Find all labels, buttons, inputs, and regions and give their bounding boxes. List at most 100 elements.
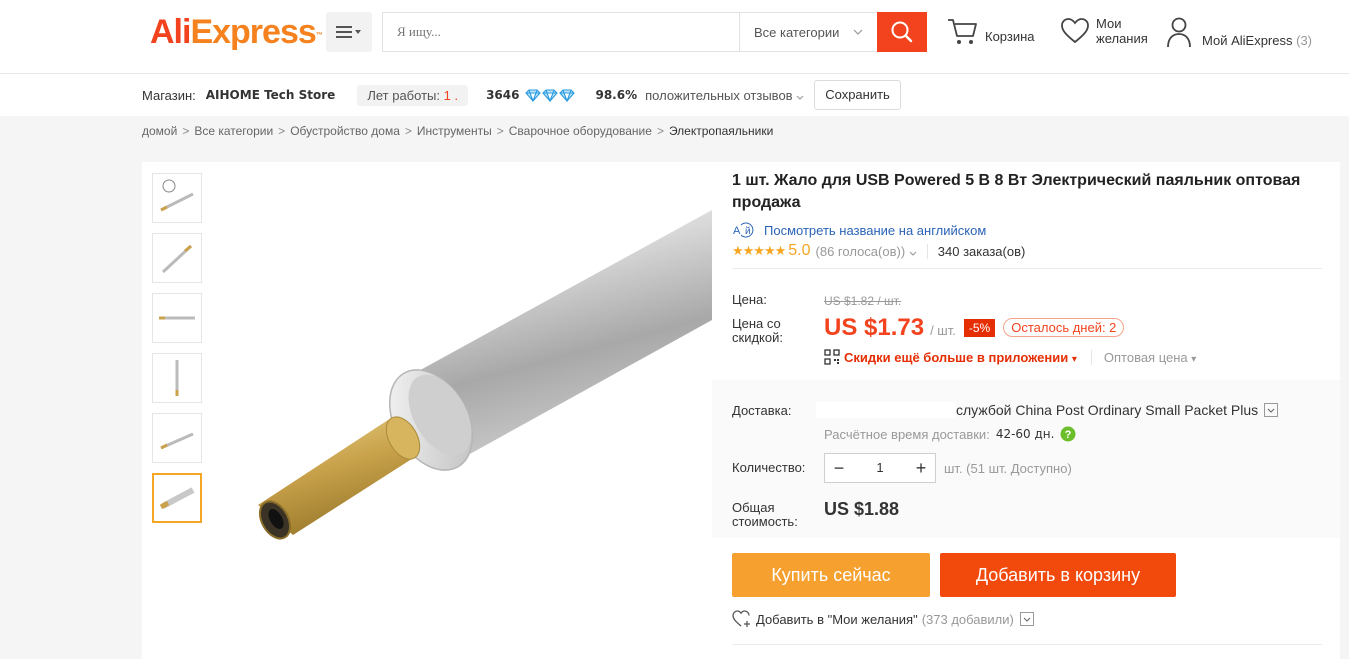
heart-icon (1061, 18, 1089, 44)
product-thumbnail-image (159, 487, 195, 510)
sale-price: US $1.73 (824, 314, 925, 341)
quantity-increase-button[interactable]: + (907, 454, 935, 482)
user-icon (1167, 17, 1191, 48)
svg-text:A: A (733, 225, 741, 237)
app-discount-link[interactable]: Скидки ещё больше в приложении ▾ (844, 350, 1077, 365)
product-thumbnail-image (161, 244, 193, 274)
breadcrumb-strip: домой > Все категории > Обустройство дома >… (0, 116, 1349, 146)
product-title: 1 шт. Жало для USB Powered 5 В 8 Вт Элек… (732, 172, 1301, 211)
breadcrumb-home[interactable]: домой (142, 124, 177, 138)
question-icon[interactable]: ? (1060, 426, 1076, 442)
shipping-method-dropdown[interactable] (1264, 403, 1279, 417)
chevron-down-icon (1267, 408, 1275, 413)
breadcrumb-tools[interactable]: Инструменты (417, 124, 492, 138)
app-discount-row: Скидки ещё больше в приложении ▾ Оптовая… (732, 349, 1322, 367)
product-main-image[interactable] (218, 170, 712, 650)
store-rank-diamonds (525, 88, 576, 102)
total-row: Общая стоимость: US $1.88 (732, 499, 1322, 531)
shipping-method: службой China Post Ordinary Small Packet… (956, 402, 1259, 418)
view-english-title-link[interactable]: Aй Посмотреть название на английском (732, 222, 1322, 238)
years-label: Лет работы: (367, 87, 440, 103)
chevron-down-icon (1023, 617, 1031, 622)
store-years-badge: Лет работы: 1 . (357, 84, 469, 106)
product-thumbnail-image (160, 179, 194, 212)
product-thumbnail-image (175, 360, 179, 396)
buy-now-button[interactable]: Купить сейчас (732, 553, 930, 597)
price-row: Цена: US $1.82 / шт. (732, 293, 1322, 309)
qr-icon (824, 349, 840, 365)
discount-badge: -5% (963, 319, 996, 337)
search-input[interactable] (383, 13, 739, 51)
product-thumbnail[interactable] (152, 173, 202, 223)
sale-price-unit: / шт. (930, 323, 956, 338)
product-thumbnail[interactable] (152, 233, 202, 283)
product-thumbnail[interactable] (152, 413, 202, 463)
quantity-decrease-button[interactable]: − (825, 454, 853, 482)
quantity-label: Количество: (732, 460, 806, 475)
delivery-time-label: Расчётное время доставки: (824, 426, 990, 442)
breadcrumb-home-improvement[interactable]: Обустройство дома (290, 124, 400, 138)
categories-menu-button[interactable] (326, 12, 372, 52)
wholesale-price-dropdown[interactable]: Оптовая цена ▾ (1090, 349, 1196, 365)
search-category-select[interactable]: Все категории (739, 13, 877, 51)
add-to-cart-button[interactable]: Добавить в корзину (940, 553, 1176, 597)
shipping-row: Доставка: службой China Post Ordinary Sm… (732, 402, 1322, 422)
positive-feedback-pct: 98.6% (595, 88, 638, 102)
heart-plus-icon[interactable] (732, 610, 752, 628)
search-icon (891, 21, 913, 43)
logo-express-text: Express (190, 13, 316, 51)
search-category-label: Все категории (754, 24, 840, 40)
cart-icon (948, 19, 977, 44)
wishlist-count: (373 добавили) (921, 611, 1014, 627)
product-thumbnail[interactable] (152, 293, 202, 343)
orders-count: 340 заказа(ов) (926, 243, 1025, 259)
positive-feedback-dropdown[interactable]: положительных отзывов (645, 88, 804, 103)
quantity-input[interactable]: 1 (853, 454, 907, 482)
logo-tm: ™ (315, 32, 323, 39)
add-to-wishlist-link[interactable]: Добавить в "Мои желания" (756, 612, 918, 627)
app-discount-label: Скидки ещё больше в приложении (844, 349, 1069, 365)
chevron-down-icon (909, 251, 917, 256)
rating-row: ★★★★★ 5.0 (86 голоса(ов)) 340 заказа(ов) (732, 242, 1322, 260)
breadcrumb-current: Электропаяльники (668, 124, 774, 138)
view-english-label: Посмотреть название на английском (764, 222, 987, 238)
save-store-button[interactable]: Сохранить (814, 80, 901, 110)
aliexpress-logo[interactable]: AliExpress™ (150, 12, 323, 52)
divider (732, 644, 1322, 645)
breadcrumb-welding-equipment[interactable]: Сварочное оборудование (509, 124, 652, 138)
days-left-badge: Осталось дней: 2 (1003, 318, 1125, 337)
store-label: Магазин: (142, 87, 196, 103)
wholesale-label: Оптовая цена (1103, 349, 1188, 365)
wishlist-label-line1: Мои (1096, 16, 1122, 31)
diamond-icon (559, 88, 576, 102)
product-thumbnail-image (160, 432, 194, 450)
chevron-down-icon (853, 29, 863, 35)
shipping-label: Доставка: (732, 403, 792, 418)
votes-dropdown[interactable]: (86 голоса(ов)) (816, 244, 917, 259)
quantity-row: Количество: − 1 + шт. (51 шт. Доступно) (732, 453, 1322, 483)
years-value: 1 . (443, 87, 459, 103)
search-bar: Все категории (382, 12, 927, 52)
shipping-destination-redacted (816, 402, 956, 418)
quantity-stepper: − 1 + (824, 453, 936, 483)
old-price: US $1.82 / шт. (824, 294, 902, 308)
wishlist-dropdown[interactable] (1019, 612, 1034, 626)
search-button[interactable] (877, 12, 927, 52)
rating-value: 5.0 (788, 242, 811, 259)
store-name-link[interactable]: AIHOME Tech Store (206, 88, 336, 102)
delivery-time-value: 42-60 дн. (995, 427, 1055, 441)
product-thumbnail[interactable] (152, 353, 202, 403)
account-label: Мой AliExpress (1202, 32, 1293, 48)
account-count: (3) (1296, 32, 1313, 48)
breadcrumb: домой > Все категории > Обустройство дома >… (142, 124, 774, 138)
store-score: 3646 (486, 88, 520, 102)
header-cart-link[interactable]: Корзина (946, 16, 1035, 46)
wishlist-label-line2: желания (1096, 31, 1148, 46)
diamond-icon (525, 88, 542, 102)
product-thumbnail-active[interactable] (152, 473, 202, 523)
header-account-link[interactable]: Мой AliExpress (3) (1166, 16, 1312, 48)
header-wishlist-link[interactable]: Мои желания (1060, 16, 1148, 46)
breadcrumb-all-categories[interactable]: Все категории (194, 124, 273, 138)
add-to-wishlist-row: Добавить в "Мои желания" (373 добавили) (732, 610, 1034, 628)
votes-count: (86 голоса(ов)) (815, 243, 906, 259)
